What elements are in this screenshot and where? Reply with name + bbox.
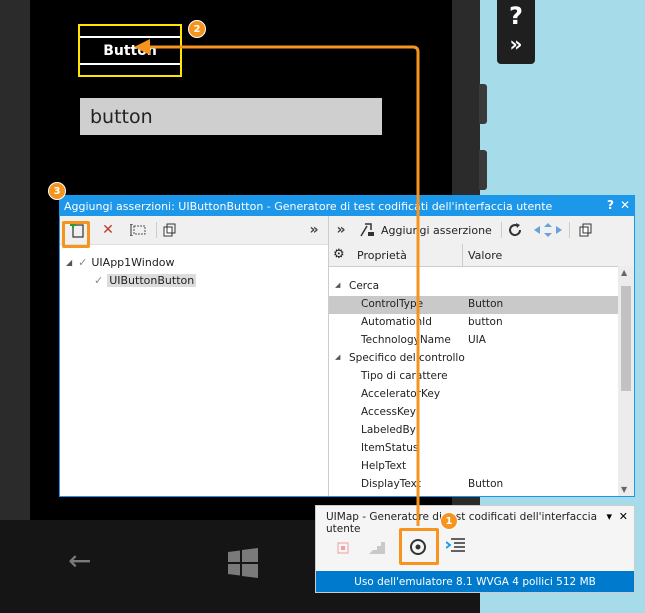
column-divider: [462, 244, 463, 266]
tree-node-label: UIButtonButton: [107, 273, 197, 287]
close-icon[interactable]: ✕: [619, 510, 628, 523]
app-textbox-value: button: [90, 105, 153, 128]
collapse-icon[interactable]: ◢: [335, 353, 340, 361]
property-row[interactable]: ControlType Button: [329, 296, 618, 314]
delete-icon[interactable]: ✕: [98, 220, 118, 240]
app-button[interactable]: Button: [78, 24, 182, 77]
tree-node-label: UIApp1Window: [91, 255, 175, 269]
tree-node-button[interactable]: ✓ UIButtonButton: [94, 272, 197, 288]
property-name: ControlType: [361, 298, 424, 310]
more-icon[interactable]: »: [304, 220, 324, 240]
toolbar-separator: [569, 222, 570, 238]
tree-node-app-window[interactable]: ◢ ✓ UIApp1Window: [66, 254, 175, 270]
crosshair-highlight: [399, 528, 439, 565]
scroll-up-icon[interactable]: ▲: [621, 268, 627, 277]
collapse-icon[interactable]: ◢: [66, 258, 72, 267]
app-textbox[interactable]: button: [80, 98, 382, 135]
property-row[interactable]: AccessKey: [329, 404, 618, 422]
button-border-bottom: [80, 63, 180, 65]
property-row[interactable]: TechnologyName UIA: [329, 332, 618, 350]
property-value: UIA: [468, 334, 486, 346]
scroll-down-icon[interactable]: ▼: [621, 485, 627, 494]
ui-control-map-pane: ✕ » ◢ ✓ UIApp1Window ✓ UIButtonButton: [60, 216, 329, 496]
property-row[interactable]: AcceleratorKey: [329, 386, 618, 404]
property-name: DisplayText: [361, 478, 421, 490]
generate-code-icon[interactable]: [445, 537, 466, 559]
property-row[interactable]: DisplayText Button: [329, 476, 618, 494]
group-name: Cerca: [349, 280, 380, 292]
button-border-top: [80, 36, 180, 38]
collapse-icon[interactable]: ◢: [335, 281, 340, 289]
property-name: HelpText: [361, 460, 407, 472]
dialog-help-button[interactable]: ?: [607, 198, 614, 212]
property-row[interactable]: Tipo di carattere: [329, 368, 618, 386]
pin-icon[interactable]: ▾: [606, 510, 612, 523]
copy-icon[interactable]: [160, 220, 180, 240]
dialog-title: Aggiungi asserzioni: UIButtonButton - Ge…: [64, 199, 553, 213]
expand-icon[interactable]: »: [497, 32, 535, 56]
property-row[interactable]: HelpText: [329, 458, 618, 476]
app-button-label: Button: [103, 42, 157, 59]
dialog-close-button[interactable]: ✕: [620, 198, 630, 212]
recorded-steps-icon[interactable]: [368, 540, 386, 559]
property-value: Button: [468, 478, 504, 490]
add-assertion-icon[interactable]: [357, 220, 377, 240]
property-name: LabeledBy: [361, 424, 416, 436]
property-name: Tipo di carattere: [361, 370, 448, 382]
property-name: AccessKey: [361, 406, 416, 418]
property-name: AcceleratorKey: [361, 388, 441, 400]
expand-pane-icon[interactable]: »: [331, 220, 351, 240]
callout-badge-2: 2: [188, 20, 206, 38]
rename-icon[interactable]: [128, 220, 148, 240]
property-group-row[interactable]: ◢ Specifico del controllo: [329, 350, 618, 368]
property-column-header: Proprietà: [357, 249, 407, 262]
left-toolbar: ✕ »: [60, 216, 328, 245]
property-group-row[interactable]: ◢ Cerca: [329, 278, 618, 296]
volume-button: [479, 84, 487, 124]
toolbar-separator: [501, 222, 502, 238]
property-row[interactable]: ItemStatus: [329, 440, 618, 458]
property-name: AutomationId: [361, 316, 432, 328]
property-row[interactable]: AutomationId button: [329, 314, 618, 332]
callout-badge-3: 3: [48, 182, 66, 200]
property-grid-header: ⚙ Proprietà Valore: [329, 244, 634, 267]
property-row[interactable]: LabeledBy: [329, 422, 618, 440]
toolbar-separator: [156, 222, 157, 238]
status-bar: Uso dell'emulatore 8.1 WVGA 4 pollici 51…: [316, 571, 634, 592]
property-name: ItemStatus: [361, 442, 419, 454]
power-button: [479, 150, 487, 190]
windows-logo-icon[interactable]: [228, 548, 258, 585]
dialog-title-bar: Aggiungi asserzioni: UIButtonButton - Ge…: [60, 196, 634, 216]
help-icon[interactable]: ?: [497, 2, 535, 30]
add-assertions-dialog: Aggiungi asserzioni: UIButtonButton - Ge…: [59, 195, 635, 497]
checkmark-icon: ✓: [94, 273, 104, 287]
record-icon[interactable]: [336, 540, 350, 559]
emulator-tool-panel: ? »: [497, 0, 535, 64]
properties-pane: » Aggiungi asserzione ⚙ Proprietà Valore: [329, 216, 634, 496]
group-name: Specifico del controllo: [349, 352, 465, 364]
checkmark-icon: ✓: [78, 255, 88, 269]
value-column-header: Valore: [468, 249, 503, 262]
status-text: Uso dell'emulatore 8.1 WVGA 4 pollici 51…: [354, 575, 596, 588]
property-value: button: [468, 316, 503, 328]
property-value: Button: [468, 298, 504, 310]
callout-badge-1: 1: [440, 512, 458, 530]
uimap-builder-panel: UIMap - Generatore di test codificati de…: [315, 505, 635, 593]
scroll-thumb[interactable]: [621, 286, 631, 391]
property-name: TechnologyName: [361, 334, 451, 346]
back-arrow-icon[interactable]: ←: [68, 544, 91, 577]
move-arrows-icon[interactable]: [533, 220, 563, 240]
add-assertion-button[interactable]: Aggiungi asserzione: [381, 224, 492, 237]
gear-icon[interactable]: ⚙: [333, 247, 345, 262]
add-control-highlight: [62, 221, 90, 248]
copy-icon[interactable]: [576, 220, 596, 240]
uimap-title: UIMap - Generatore di test codificati de…: [326, 511, 598, 535]
property-scrollbar[interactable]: ▲ ▼: [618, 266, 634, 496]
right-toolbar: » Aggiungi asserzione: [329, 216, 634, 245]
refresh-icon[interactable]: [505, 220, 525, 240]
